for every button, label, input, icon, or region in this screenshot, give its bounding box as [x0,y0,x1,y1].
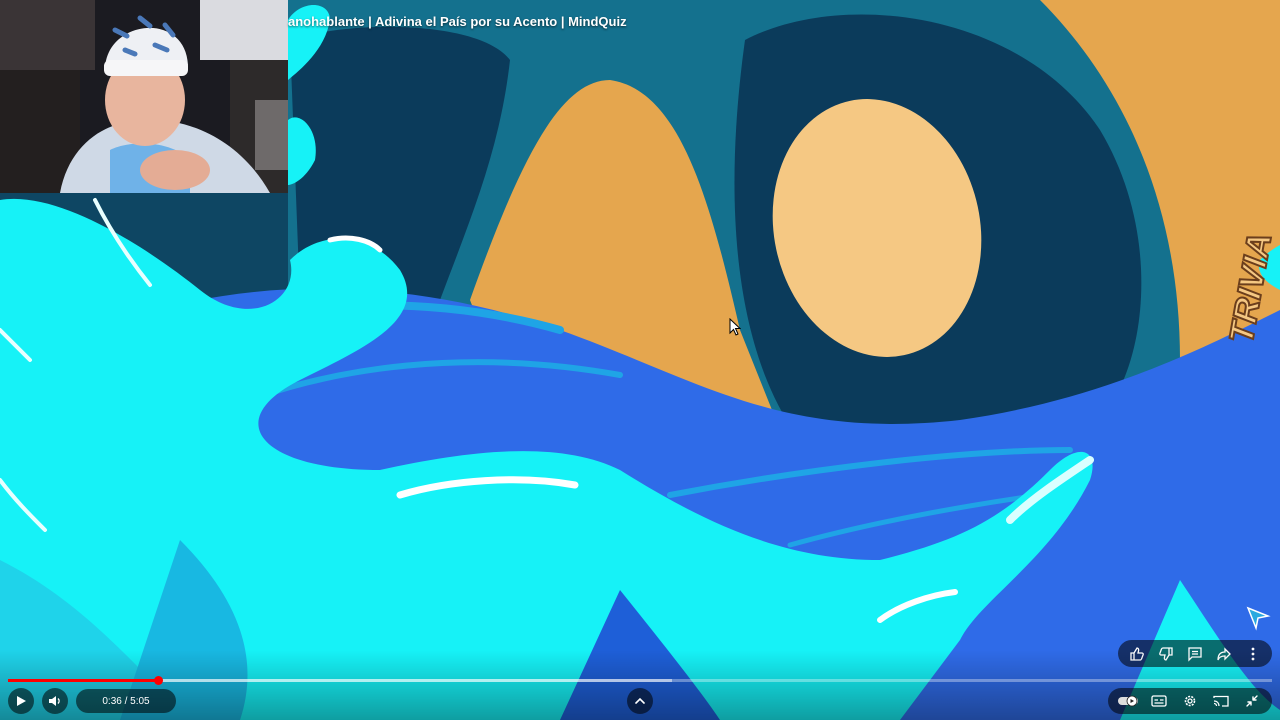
subtitles-icon [1151,695,1167,707]
watermark-text: TRIVIA [1222,230,1274,346]
channel-logo-icon[interactable] [1244,604,1272,632]
play-button[interactable] [8,688,34,714]
autoplay-toggle-icon [1117,695,1138,707]
exit-fullscreen-button[interactable] [1240,690,1264,712]
right-controls [1108,688,1272,714]
settings-button[interactable] [1178,690,1202,712]
subtitles-button[interactable] [1147,690,1171,712]
progress-scrubber[interactable] [153,676,163,685]
mouse-cursor-icon [729,318,741,336]
cast-icon [1213,695,1229,707]
gear-icon [1184,695,1196,707]
volume-button[interactable] [42,688,68,714]
chevron-up-icon [635,697,645,704]
play-icon [17,696,26,706]
time-display: 0:36 / 5:05 [76,689,176,713]
progress-bar[interactable] [8,676,1272,685]
video-title[interactable]: anohablante | Adivina el País por su Ace… [288,14,627,29]
expand-button[interactable] [627,688,653,714]
autoplay-toggle[interactable] [1116,690,1140,712]
exit-fullscreen-icon [1246,695,1259,707]
volume-icon [49,696,60,706]
streamer-silhouette [0,0,288,193]
progress-played [8,679,158,682]
channel-watermark: TRIVIA [1221,229,1274,347]
cast-button[interactable] [1209,690,1233,712]
webcam-overlay [0,0,288,193]
